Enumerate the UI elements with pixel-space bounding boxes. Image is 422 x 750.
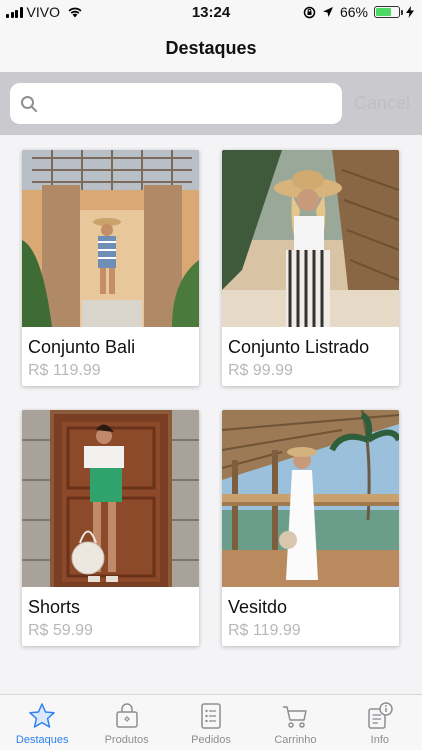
battery-icon [374, 6, 403, 18]
woman-straw-hat-striped-pants-photo[interactable] [222, 150, 399, 327]
charging-bolt-icon [406, 6, 414, 18]
battery-fill [376, 8, 391, 16]
status-bar: VIVO 13:24 66% [0, 0, 422, 24]
woman-green-shorts-doorway-photo[interactable] [22, 410, 199, 587]
tab-destaques[interactable]: Destaques [0, 695, 84, 750]
product-name: Vesitdo [228, 597, 288, 617]
product-name: Conjunto Bali [28, 337, 136, 357]
tab-label: Destaques [15, 734, 69, 746]
tab-produtos[interactable]: Produtos [84, 695, 168, 750]
location-arrow-icon [322, 7, 333, 17]
navigation-bar: Destaques [0, 24, 422, 72]
tab-pedidos[interactable]: Pedidos [169, 695, 253, 750]
product-card[interactable]: Conjunto Bali R$ 119.99 [22, 150, 199, 386]
search-field-container[interactable] [10, 83, 342, 124]
star-icon [29, 703, 55, 728]
cart-icon [283, 706, 308, 728]
search-icon [21, 95, 37, 112]
product-card[interactable]: Shorts R$ 59.99 [22, 410, 199, 646]
product-price: R$ 119.99 [228, 622, 301, 639]
product-card[interactable]: Vesitdo R$ 119.99 [222, 410, 399, 646]
product-name: Conjunto Listrado [228, 337, 370, 357]
product-name: Shorts [28, 597, 81, 617]
clipboard-list-icon [201, 703, 221, 729]
tab-label: Produtos [104, 734, 149, 746]
tab-info[interactable]: Info [338, 695, 422, 750]
tab-bar: Destaques Produtos Pedidos Carrinho Info [0, 694, 422, 750]
info-icon [368, 702, 393, 729]
product-price: R$ 59.99 [28, 622, 93, 639]
tab-label: Pedidos [191, 734, 231, 746]
rotation-lock-icon [303, 6, 316, 18]
tab-label: Info [370, 734, 389, 746]
search-bar: Cancel [0, 72, 422, 135]
search-input[interactable] [46, 94, 326, 113]
tab-carrinho[interactable]: Carrinho [253, 695, 337, 750]
tab-label: Carrinho [274, 734, 317, 746]
woman-white-dress-terrace-photo[interactable] [222, 410, 399, 587]
product-price: R$ 99.99 [228, 362, 293, 379]
battery-percent: 66% [339, 4, 368, 20]
woman-striped-outfit-courtyard-photo[interactable] [22, 150, 199, 327]
cancel-button[interactable]: Cancel [354, 93, 410, 114]
status-right: 66% [303, 4, 414, 20]
product-card[interactable]: Conjunto Listrado R$ 99.99 [222, 150, 399, 386]
shopping-bag-icon [115, 703, 138, 728]
product-price: R$ 119.99 [28, 362, 101, 379]
product-grid: Conjunto Bali R$ 119.99 Conjunto Listrad… [22, 150, 400, 646]
page-title: Destaques [165, 37, 257, 58]
